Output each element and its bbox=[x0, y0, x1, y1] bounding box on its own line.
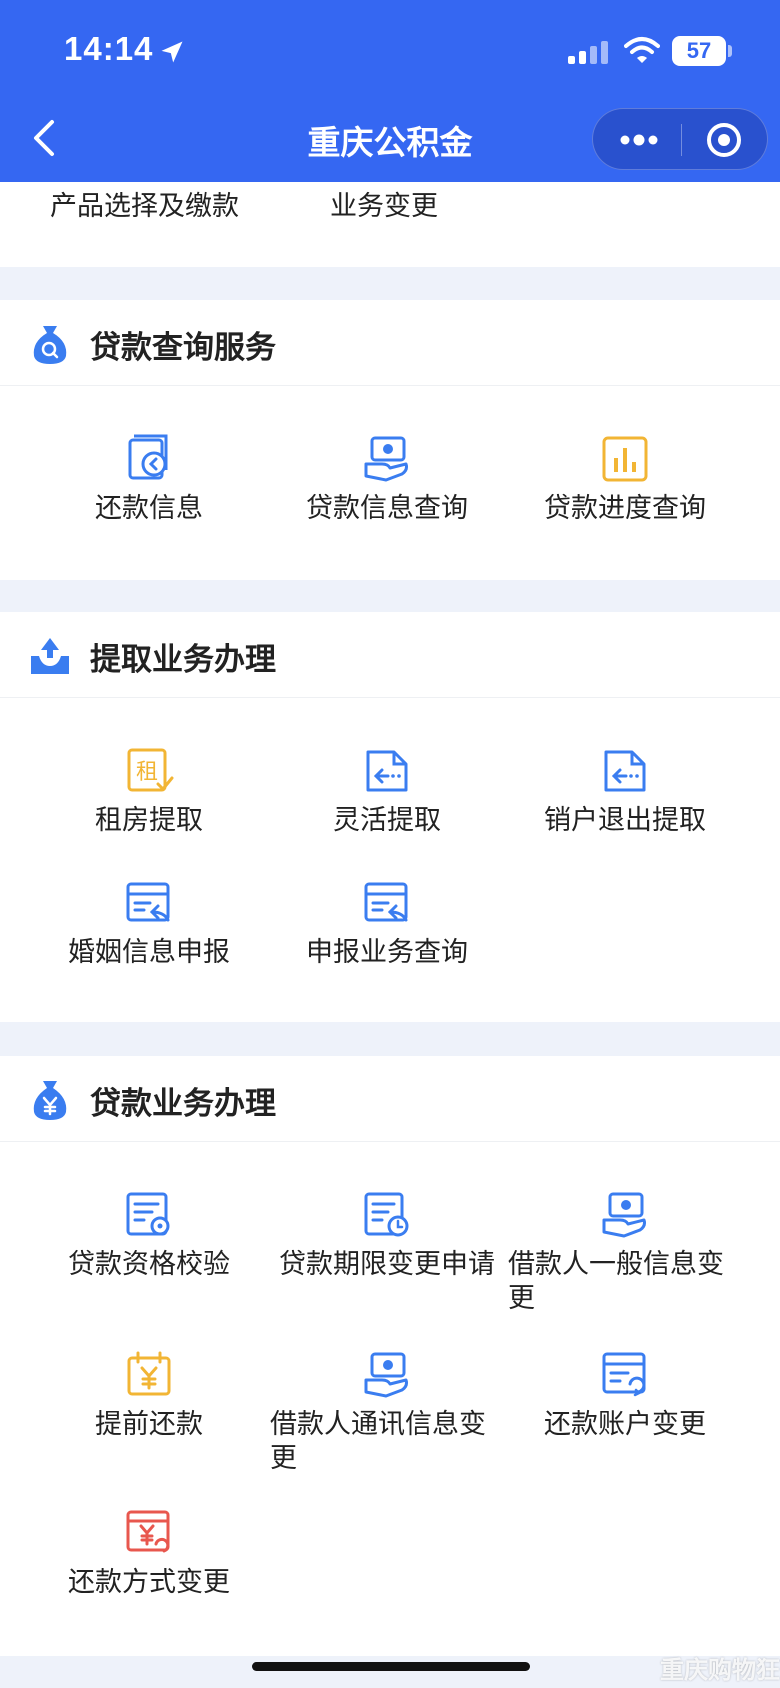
service-label: 贷款期限变更申请 bbox=[279, 1249, 495, 1280]
section-title: 贷款查询服务 bbox=[90, 330, 276, 366]
service-label: 灵活提取 bbox=[333, 805, 441, 836]
service-label: 贷款信息查询 bbox=[306, 493, 468, 524]
section-loan-query: 贷款查询服务 还款信息 贷款信息查询 贷款进度查询 bbox=[0, 300, 780, 580]
battery-tip bbox=[728, 45, 732, 57]
repay-info-icon bbox=[128, 434, 168, 480]
service-label: 贷款进度查询 bbox=[544, 493, 706, 524]
section-title: 提取业务办理 bbox=[90, 642, 276, 678]
service-loan-info-query[interactable]: 贷款信息查询 bbox=[268, 434, 506, 526]
location-arrow-icon bbox=[161, 41, 183, 63]
form-refresh-icon bbox=[602, 1352, 646, 1397]
service-repay-method-change[interactable]: 还款方式变更 bbox=[30, 1508, 268, 1600]
service-label: 贷款资格校验 bbox=[68, 1249, 230, 1280]
service-loan-progress-query[interactable]: 贷款进度查询 bbox=[506, 434, 744, 526]
service-marriage-info-declare[interactable]: 婚姻信息申报 bbox=[30, 878, 268, 970]
loan-hand-card-icon bbox=[364, 1352, 408, 1398]
service-repay-info[interactable]: 还款信息 bbox=[30, 434, 268, 526]
more-dots-icon[interactable] bbox=[617, 125, 661, 155]
target-circle-icon[interactable] bbox=[705, 121, 743, 159]
service-label: 销户退出提取 bbox=[544, 805, 706, 836]
yuan-refresh-icon bbox=[126, 1510, 170, 1553]
service-label: 借款人一般信息变更 bbox=[508, 1249, 724, 1314]
capsule-divider bbox=[681, 124, 682, 156]
home-indicator[interactable] bbox=[252, 1662, 530, 1671]
service-account-close-withdrawal[interactable]: 销户退出提取 bbox=[506, 746, 744, 838]
service-label: 租房提取 bbox=[95, 805, 203, 836]
top-bar: 14:14 57 重庆公积金 bbox=[0, 0, 780, 182]
money-bag-search-icon bbox=[33, 326, 67, 364]
top-item-business-change[interactable]: 业务变更 bbox=[330, 184, 438, 223]
section-loan-business: 贷款业务办理 贷款资格校验 贷款期限变更申请 借款人一般信息变更 提前还款 借款… bbox=[0, 1056, 780, 1656]
battery-indicator: 57 bbox=[672, 36, 726, 66]
loan-hand-card-icon bbox=[364, 436, 408, 482]
form-gear-icon bbox=[126, 1192, 170, 1236]
top-item-product-payment[interactable]: 产品选择及缴款 bbox=[50, 184, 239, 223]
section-header: 贷款业务办理 bbox=[0, 1056, 780, 1142]
document-clock-icon bbox=[364, 1192, 409, 1237]
service-label: 申报业务查询 bbox=[306, 937, 468, 968]
status-time: 14:14 bbox=[64, 30, 154, 67]
rent-check-icon: 租 bbox=[127, 748, 174, 792]
service-label: 提前还款 bbox=[95, 1409, 203, 1440]
section-title: 贷款业务办理 bbox=[90, 1086, 276, 1122]
section-header: 贷款查询服务 bbox=[0, 300, 780, 386]
calendar-yuan-icon bbox=[127, 1351, 171, 1396]
watermark: 重庆购物狂 bbox=[660, 1656, 780, 1684]
service-label: 婚姻信息申报 bbox=[68, 937, 230, 968]
service-label: 还款方式变更 bbox=[68, 1567, 230, 1598]
service-label: 借款人通讯信息变更 bbox=[270, 1409, 486, 1474]
svg-text:租: 租 bbox=[136, 760, 158, 785]
document-arrow-icon bbox=[366, 750, 408, 792]
service-early-repayment[interactable]: 提前还款 bbox=[30, 1350, 268, 1442]
top-services-card: 产品选择及缴款 业务变更 bbox=[0, 182, 780, 267]
mini-program-capsule bbox=[592, 108, 768, 170]
section-withdrawal: 提取业务办理 租 租房提取 灵活提取 销户退出提取 婚姻信息申报 申报业务查询 bbox=[0, 612, 780, 1022]
form-return-icon bbox=[364, 882, 408, 922]
service-borrower-general-info-change[interactable]: 借款人一般信息变更 bbox=[500, 1190, 750, 1316]
withdraw-tray-icon bbox=[31, 638, 69, 674]
service-declaration-query[interactable]: 申报业务查询 bbox=[268, 878, 506, 970]
loan-hand-card-icon bbox=[602, 1192, 646, 1238]
service-loan-term-change[interactable]: 贷款期限变更申请 bbox=[268, 1190, 506, 1282]
cellular-signal-icon bbox=[568, 41, 608, 64]
service-label: 还款账户变更 bbox=[544, 1409, 706, 1440]
document-arrow-icon bbox=[604, 750, 646, 792]
service-loan-eligibility-check[interactable]: 贷款资格校验 bbox=[30, 1190, 268, 1282]
service-borrower-contact-info-change[interactable]: 借款人通讯信息变更 bbox=[262, 1350, 512, 1476]
form-return-icon bbox=[126, 882, 170, 922]
service-repay-account-change[interactable]: 还款账户变更 bbox=[506, 1350, 744, 1442]
money-bag-yuan-icon bbox=[33, 1081, 67, 1120]
service-flexible-withdrawal[interactable]: 灵活提取 bbox=[268, 746, 506, 838]
service-label: 还款信息 bbox=[95, 493, 203, 524]
bar-chart-icon bbox=[602, 436, 648, 482]
wifi-icon bbox=[624, 37, 660, 63]
status-bar: 14:14 57 bbox=[0, 0, 780, 100]
service-rent-withdrawal[interactable]: 租 租房提取 bbox=[30, 746, 268, 838]
section-header: 提取业务办理 bbox=[0, 612, 780, 698]
